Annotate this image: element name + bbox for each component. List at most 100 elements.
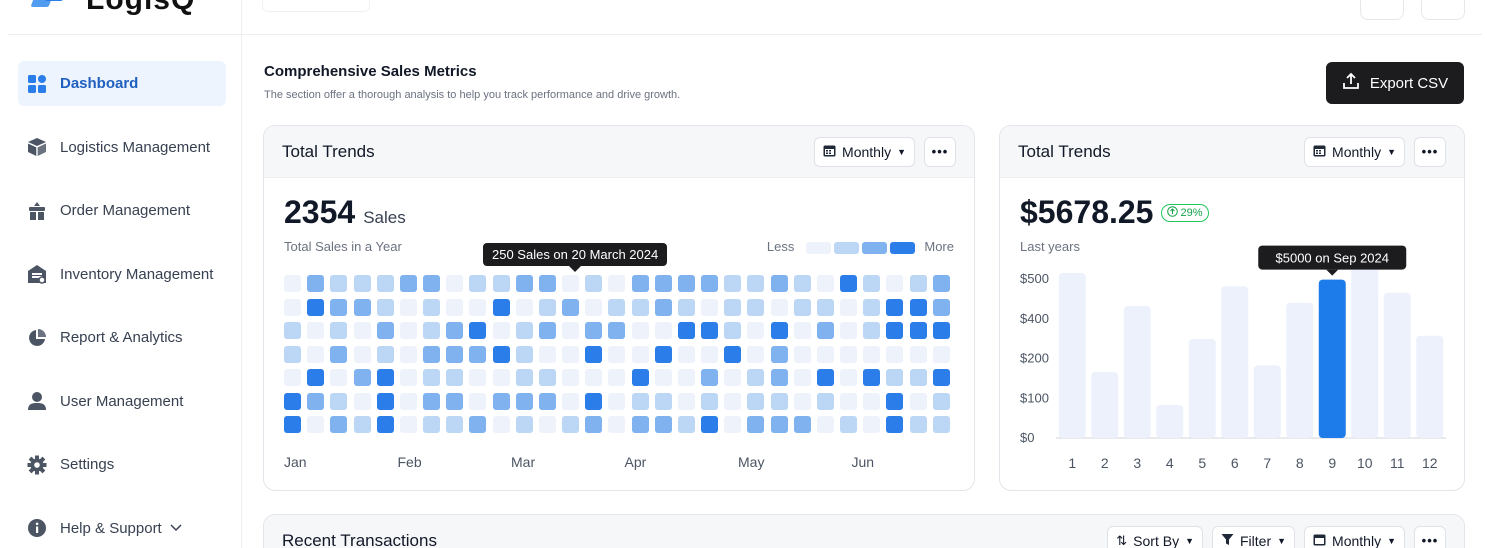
sidebar-item-logistics[interactable]: Logistics Management [18, 125, 226, 170]
heatmap-cell[interactable] [747, 416, 765, 434]
heatmap-cell[interactable] [840, 345, 858, 363]
heatmap-cell[interactable] [840, 298, 858, 316]
heatmap-cell[interactable] [423, 416, 441, 434]
heatmap-cell[interactable] [492, 369, 510, 387]
bar[interactable] [1253, 365, 1281, 438]
heatmap-cell[interactable] [932, 298, 950, 316]
heatmap-cell[interactable] [701, 392, 719, 410]
heatmap-cell[interactable] [376, 345, 394, 363]
heatmap-cell[interactable] [515, 392, 533, 410]
heatmap-cell[interactable] [399, 298, 417, 316]
heatmap-cell[interactable] [469, 345, 487, 363]
heatmap-cell[interactable] [399, 275, 417, 292]
heatmap-cell[interactable] [840, 392, 858, 410]
heatmap-cell[interactable] [376, 322, 394, 340]
heatmap-cell[interactable] [562, 298, 580, 316]
heatmap-cell[interactable] [909, 392, 927, 410]
heatmap-cell[interactable] [724, 416, 742, 434]
heatmap-cell[interactable] [284, 369, 301, 387]
heatmap-cell[interactable] [724, 275, 742, 292]
heatmap-cell[interactable] [654, 275, 672, 292]
heatmap-cell[interactable] [492, 345, 510, 363]
heatmap-cell[interactable] [840, 275, 858, 292]
heatmap-cell[interactable] [932, 322, 950, 340]
heatmap-cell[interactable] [307, 369, 325, 387]
heatmap-cell[interactable] [376, 298, 394, 316]
heatmap-cell[interactable] [284, 345, 301, 363]
heatmap-cell[interactable] [585, 369, 603, 387]
heatmap-cell[interactable] [423, 345, 441, 363]
heatmap-cell[interactable] [631, 416, 649, 434]
heatmap-cell[interactable] [330, 298, 348, 316]
heatmap-cell[interactable] [747, 322, 765, 340]
heatmap-cell[interactable] [770, 275, 788, 292]
heatmap-cell[interactable] [307, 298, 325, 316]
heatmap-cell[interactable] [515, 298, 533, 316]
heatmap-cell[interactable] [423, 369, 441, 387]
heatmap-cell[interactable] [840, 416, 858, 434]
heatmap-cell[interactable] [330, 369, 348, 387]
heatmap-cell[interactable] [747, 298, 765, 316]
heatmap-cell[interactable] [863, 275, 881, 292]
heatmap-cell[interactable] [770, 322, 788, 340]
heatmap-cell[interactable] [654, 416, 672, 434]
top-search-box[interactable] [262, 0, 370, 12]
bar[interactable] [1091, 372, 1119, 438]
heatmap-cell[interactable] [770, 345, 788, 363]
heatmap-cell[interactable] [608, 298, 626, 316]
heatmap-cell[interactable] [538, 345, 556, 363]
heatmap-cell[interactable] [770, 416, 788, 434]
sort-by-select[interactable]: ⇅ Sort By ▼ [1107, 525, 1203, 548]
bar[interactable] [1383, 292, 1411, 438]
heatmap-cell[interactable] [677, 298, 695, 316]
heatmap-cell[interactable] [399, 416, 417, 434]
heatmap-cell[interactable] [585, 345, 603, 363]
heatmap-cell[interactable] [585, 275, 603, 292]
heatmap-cell[interactable] [330, 416, 348, 434]
heatmap-cell[interactable] [446, 298, 464, 316]
heatmap-cell[interactable] [816, 369, 834, 387]
heatmap-cell[interactable] [724, 322, 742, 340]
heatmap-cell[interactable] [654, 392, 672, 410]
heatmap-cell[interactable] [353, 345, 371, 363]
heatmap-cell[interactable] [307, 416, 325, 434]
heatmap-cell[interactable] [469, 298, 487, 316]
heatmap-cell[interactable] [677, 369, 695, 387]
heatmap-cell[interactable] [307, 275, 325, 292]
heatmap-cell[interactable] [631, 298, 649, 316]
heatmap-cell[interactable] [423, 392, 441, 410]
heatmap-cell[interactable] [562, 345, 580, 363]
heatmap-cell[interactable] [423, 275, 441, 292]
heatmap-cell[interactable] [376, 275, 394, 292]
heatmap-cell[interactable] [307, 322, 325, 340]
heatmap-cell[interactable] [770, 369, 788, 387]
heatmap-cell[interactable] [816, 322, 834, 340]
bar[interactable] [1188, 339, 1216, 438]
heatmap-cell[interactable] [932, 369, 950, 387]
sidebar-item-inventory[interactable]: Inventory Management [18, 252, 226, 297]
heatmap-cell[interactable] [423, 322, 441, 340]
heatmap-cell[interactable] [677, 345, 695, 363]
heatmap-cell[interactable] [701, 369, 719, 387]
heatmap-cell[interactable] [886, 298, 904, 316]
heatmap-cell[interactable] [724, 298, 742, 316]
heatmap-cell[interactable] [677, 275, 695, 292]
heatmap-cell[interactable] [515, 322, 533, 340]
sidebar-item-orders[interactable]: Order Management [18, 188, 226, 233]
bar[interactable] [1156, 405, 1184, 438]
heatmap-cell[interactable] [631, 392, 649, 410]
heatmap-cell[interactable] [353, 416, 371, 434]
filter-select[interactable]: Filter ▼ [1212, 525, 1296, 548]
heatmap-cell[interactable] [724, 369, 742, 387]
heatmap-cell[interactable] [724, 392, 742, 410]
export-csv-button[interactable]: Export CSV [1326, 62, 1464, 104]
heatmap-cell[interactable] [654, 345, 672, 363]
heatmap-cell[interactable] [631, 275, 649, 292]
heatmap-cell[interactable] [770, 298, 788, 316]
heatmap-cell[interactable] [353, 298, 371, 316]
heatmap-cell[interactable] [608, 345, 626, 363]
heatmap-cell[interactable] [793, 416, 811, 434]
heatmap-cell[interactable] [585, 416, 603, 434]
heatmap-cell[interactable] [677, 322, 695, 340]
heatmap-cell[interactable] [608, 416, 626, 434]
